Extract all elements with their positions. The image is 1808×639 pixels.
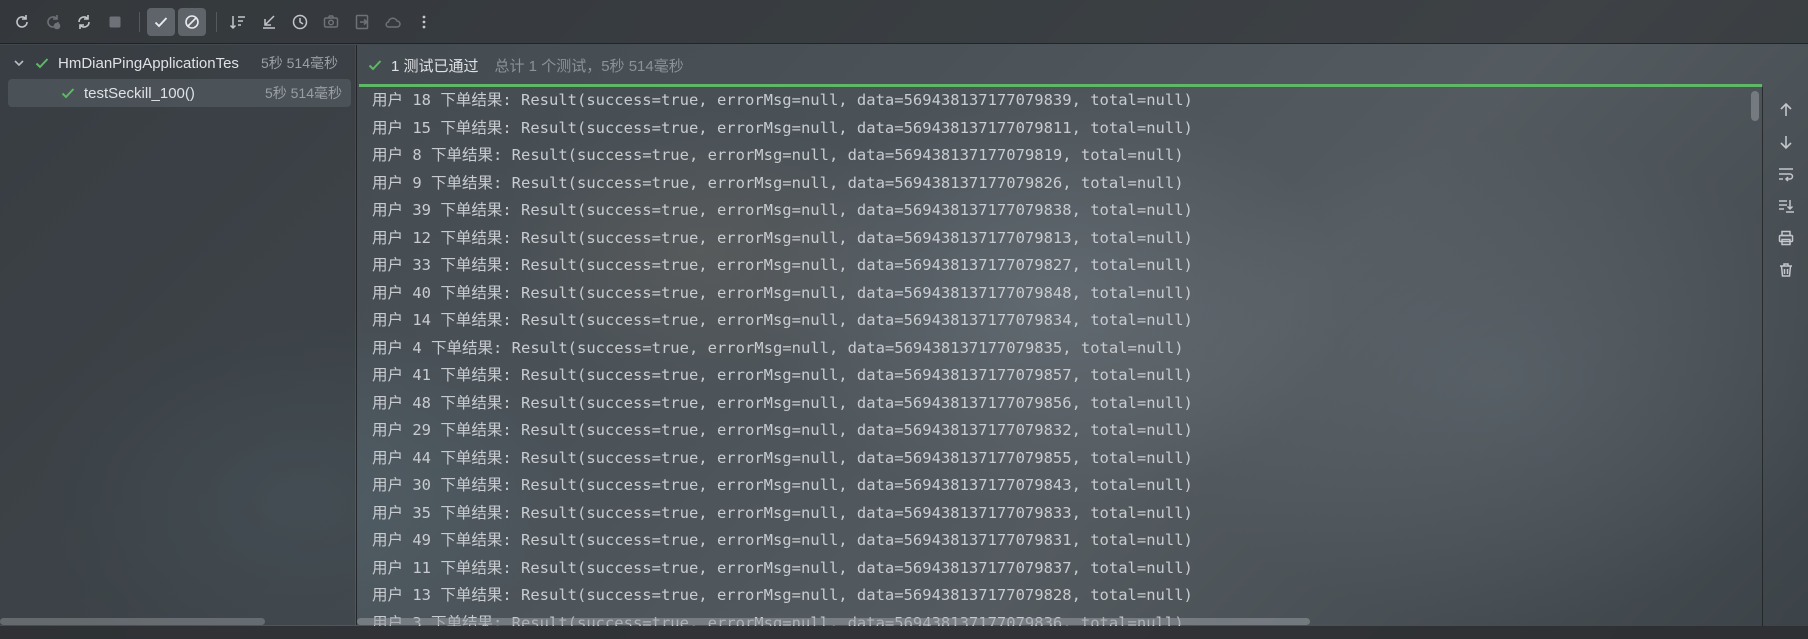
- stop-icon[interactable]: [101, 8, 129, 36]
- more-icon[interactable]: [410, 8, 438, 36]
- import-tests-icon[interactable]: [255, 8, 283, 36]
- console-line: 用户 30 下单结果: Result(success=true, errorMs…: [372, 476, 1193, 494]
- console-line: 用户 8 下单结果: Result(success=true, errorMsg…: [372, 146, 1184, 164]
- console-line: 用户 49 下单结果: Result(success=true, errorMs…: [372, 531, 1193, 549]
- toolbar-divider: [139, 11, 140, 32]
- console-line: 用户 33 下单结果: Result(success=true, errorMs…: [372, 256, 1193, 274]
- console-side-toolbar: [1762, 87, 1808, 626]
- passed-check-icon: [35, 58, 49, 69]
- console-line: 用户 4 下单结果: Result(success=true, errorMsg…: [372, 338, 1184, 357]
- console-line: 用户 11 下单结果: Result(success=true, errorMs…: [372, 558, 1193, 577]
- tree-root-item[interactable]: HmDianPingApplicationTes 5秒 514毫秒: [0, 49, 355, 77]
- test-total-summary: 总计 1 个测试，5秒 514毫秒: [494, 57, 684, 75]
- down-arrow-icon[interactable]: [1774, 130, 1798, 154]
- console-line: 用户 39 下单结果: Result(success=true, errorMs…: [372, 201, 1193, 219]
- console-output[interactable]: 用户 18 下单结果: Result(success=true, errorMs…: [357, 87, 1762, 626]
- test-status-bar: 1 测试已通过 总计 1 个测试，5秒 514毫秒: [357, 45, 1762, 85]
- bottom-status-strip: [0, 626, 1808, 639]
- console-line: 用户 18 下单结果: Result(success=true, errorMs…: [372, 91, 1193, 109]
- console-line: 用户 9 下单结果: Result(success=true, errorMsg…: [372, 173, 1184, 192]
- chevron-down-icon[interactable]: [12, 56, 26, 70]
- console-line: 用户 15 下单结果: Result(success=true, errorMs…: [372, 118, 1193, 137]
- console-horizontal-scrollbar[interactable]: [357, 618, 1310, 625]
- console-line: 用户 14 下单结果: Result(success=true, errorMs…: [372, 311, 1193, 329]
- console-line: 用户 13 下单结果: Result(success=true, errorMs…: [372, 586, 1193, 604]
- rerun-icon[interactable]: [8, 8, 36, 36]
- rerun-failed-icon[interactable]: [39, 8, 67, 36]
- test-runner-toolbar: [0, 0, 1808, 44]
- screenshot-icon[interactable]: [317, 8, 345, 36]
- sort-alpha-icon[interactable]: [224, 8, 252, 36]
- test-history-icon[interactable]: [286, 8, 314, 36]
- cloud-icon[interactable]: [379, 8, 407, 36]
- console-line: 用户 48 下单结果: Result(success=true, errorMs…: [372, 393, 1193, 412]
- test-result-summary: 1 测试已通过: [391, 57, 479, 75]
- export-icon[interactable]: [348, 8, 376, 36]
- tree-child-time: 5秒 514毫秒: [264, 85, 342, 101]
- show-ignored-icon[interactable]: [178, 7, 206, 36]
- tree-root-name: HmDianPingApplicationTes: [58, 54, 239, 72]
- console-line: 用户 41 下单结果: Result(success=true, errorMs…: [372, 366, 1193, 384]
- soft-wrap-icon[interactable]: [1774, 162, 1798, 186]
- show-passed-icon[interactable]: [147, 7, 175, 36]
- tree-root-time: 5秒 514毫秒: [260, 55, 338, 71]
- tree-child-name: testSeckill_100(): [84, 84, 195, 102]
- console-line: 用户 40 下单结果: Result(success=true, errorMs…: [372, 283, 1193, 302]
- scroll-to-end-icon[interactable]: [1774, 194, 1798, 218]
- tree-child-item[interactable]: testSeckill_100() 5秒 514毫秒: [8, 79, 351, 107]
- console-line: 用户 44 下单结果: Result(success=true, errorMs…: [372, 448, 1193, 467]
- toolbar-divider: [216, 11, 217, 32]
- console-vertical-scrollbar[interactable]: [1751, 91, 1759, 121]
- console-line: 用户 12 下单结果: Result(success=true, errorMs…: [372, 228, 1193, 247]
- console-line: 用户 35 下单结果: Result(success=true, errorMs…: [372, 503, 1193, 522]
- print-icon[interactable]: [1774, 226, 1798, 250]
- test-tree-panel: HmDianPingApplicationTes 5秒 514毫秒 testSe…: [0, 45, 355, 625]
- passed-check-icon: [368, 60, 382, 71]
- console-line: 用户 29 下单结果: Result(success=true, errorMs…: [372, 421, 1193, 439]
- tree-horizontal-scrollbar[interactable]: [0, 618, 265, 625]
- up-arrow-icon[interactable]: [1774, 98, 1798, 122]
- passed-check-icon: [61, 88, 75, 99]
- toggle-auto-test-icon[interactable]: [70, 8, 98, 36]
- clear-all-icon[interactable]: [1774, 258, 1798, 282]
